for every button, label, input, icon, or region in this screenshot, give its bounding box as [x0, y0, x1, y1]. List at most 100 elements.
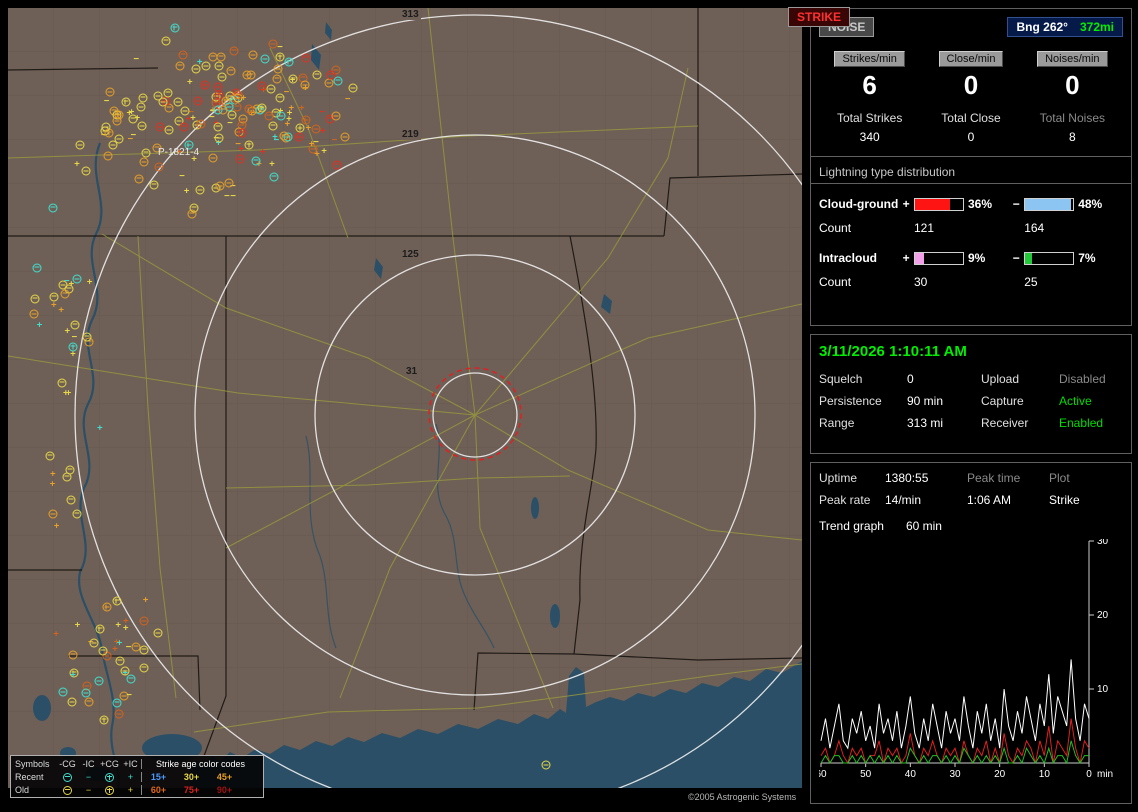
- plus-symbol: +: [120, 785, 141, 795]
- strike-legend: Symbols -CG -IC +CG +IC Strike age color…: [10, 755, 264, 798]
- cloud-ground-count-row: Count 121 164: [819, 216, 1123, 240]
- total-strikes-label: Total Strikes: [819, 111, 920, 125]
- noises-per-min-button[interactable]: Noises/min: [1037, 51, 1107, 67]
- total-strikes-value: 340: [819, 130, 920, 144]
- trend-series-intracloud: [821, 741, 1089, 763]
- legend-cg-neg-header: -CG: [57, 759, 78, 769]
- total-close: Total Close 0: [920, 111, 1021, 144]
- strike-mode-button[interactable]: STRIKE: [788, 7, 850, 27]
- status-grid: Squelch 0 Upload Disabled Persistence 90…: [819, 372, 1123, 430]
- peak-rate-value: 14/min: [885, 493, 967, 507]
- cg-pos-count: 121: [914, 221, 934, 235]
- circle-minus-symbol: [57, 771, 78, 781]
- minus-symbol: −: [78, 785, 99, 795]
- ring-label-31: 31: [404, 366, 419, 377]
- plus-symbol: +: [120, 772, 141, 782]
- plus-sign: +: [903, 197, 914, 211]
- divider: [811, 156, 1131, 157]
- stormvue-app: ++−++++++++−−+−−++++−+−−+++−+++++++−+−−−…: [0, 0, 1138, 812]
- cloud-ground-label: Cloud-ground: [819, 197, 903, 211]
- cg-pos-bar: [914, 198, 964, 211]
- totals-row: Total Strikes 340 Total Close 0 Total No…: [819, 111, 1123, 144]
- svg-text:10: 10: [1097, 684, 1109, 695]
- legend-ic-neg-header: -IC: [78, 759, 99, 769]
- svg-text:20: 20: [994, 769, 1006, 780]
- status-section: 3/11/2026 1:10:11 AM Squelch 0 Upload Di…: [810, 334, 1132, 454]
- svg-text:60: 60: [819, 769, 827, 780]
- ic-pos-count: 30: [914, 275, 927, 289]
- trend-graph-label: Trend graph: [819, 519, 884, 533]
- range-label: Range: [819, 416, 907, 430]
- trend-graph: 1020306050403020100min: [819, 539, 1125, 785]
- plot-label: Plot: [1049, 471, 1123, 485]
- legend-recent-label: Recent: [15, 772, 57, 782]
- svg-text:10: 10: [1039, 769, 1051, 780]
- bearing-value: Bng 262°: [1016, 20, 1067, 34]
- age-code-75: 75+: [175, 785, 208, 795]
- svg-text:min: min: [1097, 769, 1113, 780]
- lightning-map[interactable]: ++−++++++++−−+−−++++−+−−+++−+++++++−+−−−…: [8, 8, 802, 788]
- distribution-title: Lightning type distribution: [811, 165, 1131, 184]
- svg-text:30: 30: [949, 769, 961, 780]
- capture-label: Capture: [981, 394, 1059, 408]
- legend-cg-pos-header: +CG: [99, 759, 120, 769]
- trend-graph-window: 60 min: [906, 519, 942, 533]
- minus-sign: −: [1013, 197, 1024, 211]
- receiver-label: Receiver: [981, 416, 1059, 430]
- legend-recent-row: Recent − + 15+ 30+ 45+: [13, 770, 261, 783]
- place-label: P-1821-4: [158, 147, 199, 158]
- intracloud-count-row: Count 30 25: [819, 270, 1123, 294]
- noises-per-min-value: 0: [1022, 70, 1123, 101]
- ic-pos-bar: [914, 252, 964, 265]
- legend-header-row: Symbols -CG -IC +CG +IC Strike age color…: [13, 757, 261, 770]
- datetime-display: 3/11/2026 1:10:11 AM: [819, 343, 1123, 360]
- age-code-60: 60+: [141, 785, 175, 795]
- total-noises-value: 8: [1022, 130, 1123, 144]
- stats-section: STRIKE NOISE Bng 262° 372mi Strikes/min …: [810, 8, 1132, 326]
- legend-old-label: Old: [15, 785, 57, 795]
- noises-per-min: Noises/min 0: [1022, 51, 1123, 101]
- total-close-value: 0: [920, 130, 1021, 144]
- close-per-min: Close/min 0: [920, 51, 1021, 101]
- cg-neg-count: 164: [1024, 221, 1044, 235]
- ring-label-313: 313: [400, 9, 421, 20]
- cg-neg-pct: 48%: [1078, 197, 1102, 211]
- count-label: Count: [819, 221, 903, 235]
- squelch-label: Squelch: [819, 372, 907, 386]
- close-per-min-button[interactable]: Close/min: [939, 51, 1004, 67]
- strikes-per-min-value: 6: [819, 70, 920, 101]
- trend-series-total-strikes: [821, 659, 1089, 748]
- persistence-label: Persistence: [819, 394, 907, 408]
- ic-neg-count: 25: [1024, 275, 1037, 289]
- ring-label-219: 219: [400, 129, 421, 140]
- cg-pos-pct: 36%: [968, 197, 992, 211]
- ic-pos-pct: 9%: [968, 251, 985, 265]
- svg-text:20: 20: [1097, 610, 1109, 621]
- circle-minus-symbol: [57, 784, 78, 794]
- total-noises: Total Noises 8: [1022, 111, 1123, 144]
- total-noises-label: Total Noises: [1022, 111, 1123, 125]
- svg-text:40: 40: [905, 769, 917, 780]
- circle-plus-symbol: [99, 784, 120, 794]
- rate-counters: Strikes/min 6 Close/min 0 Noises/min 0: [819, 51, 1123, 101]
- ring-label-125: 125: [400, 249, 421, 260]
- capture-value: Active: [1059, 394, 1123, 408]
- strikes-per-min-button[interactable]: Strikes/min: [834, 51, 904, 67]
- range-value: 313 mi: [907, 416, 981, 430]
- receiver-value: Enabled: [1059, 416, 1123, 430]
- plus-sign: +: [903, 251, 914, 265]
- count-label: Count: [819, 275, 903, 289]
- trend-graph-header: Trend graph 60 min: [819, 519, 1123, 533]
- persistence-value: 90 min: [907, 394, 981, 408]
- trend-section: Uptime 1380:55 Peak time Plot Peak rate …: [810, 462, 1132, 804]
- peak-time-label: Peak time: [967, 471, 1049, 485]
- legend-symbols-header: Symbols: [15, 759, 57, 769]
- squelch-value: 0: [907, 372, 981, 386]
- upload-value: Disabled: [1059, 372, 1123, 386]
- bearing-range: 372mi: [1080, 20, 1114, 34]
- copyright-text: ©2005 Astrogenic Systems: [688, 792, 796, 802]
- strikes-per-min: Strikes/min 6: [819, 51, 920, 101]
- age-code-45: 45+: [208, 772, 241, 782]
- uptime-grid: Uptime 1380:55 Peak time Plot Peak rate …: [819, 471, 1123, 507]
- age-code-90: 90+: [208, 785, 241, 795]
